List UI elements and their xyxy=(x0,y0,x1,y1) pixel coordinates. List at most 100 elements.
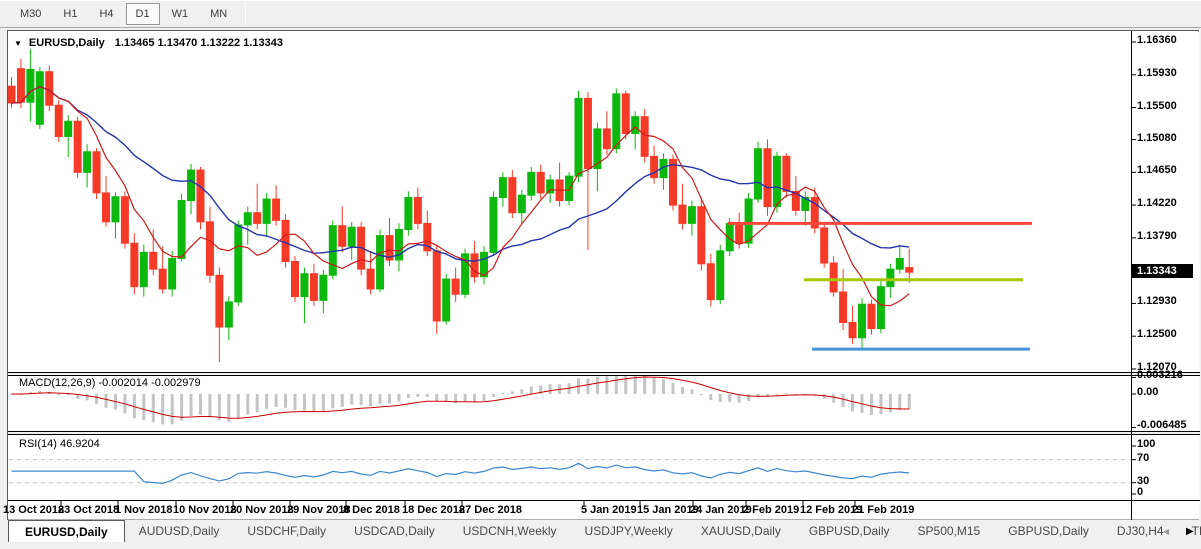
candle-body[interactable] xyxy=(471,254,478,277)
candle-body[interactable] xyxy=(74,121,81,172)
timeframe-button-h1[interactable]: H1 xyxy=(53,3,87,25)
candle-body[interactable] xyxy=(27,69,34,102)
candle-body[interactable] xyxy=(377,236,384,289)
candle-body[interactable] xyxy=(755,149,762,199)
chart-tab-audusd-daily[interactable]: AUDUSD,Daily xyxy=(125,520,234,542)
chart-tab-usdjpy-weekly[interactable]: USDJPY,Weekly xyxy=(571,520,687,542)
indicator-collapse-icon[interactable]: ▼ xyxy=(14,39,22,48)
candle-body[interactable] xyxy=(121,197,128,243)
candle-body[interactable] xyxy=(830,263,837,292)
candle-body[interactable] xyxy=(547,180,554,193)
timeframe-button-m30[interactable]: M30 xyxy=(10,3,51,25)
candle-body[interactable] xyxy=(225,302,232,327)
candle-body[interactable] xyxy=(414,197,421,223)
candle-body[interactable] xyxy=(717,251,724,300)
candle-body[interactable] xyxy=(670,159,677,205)
candle-body[interactable] xyxy=(197,170,204,222)
chart-tab-eurusd-daily[interactable]: EURUSD,Daily xyxy=(8,520,125,542)
candle-body[interactable] xyxy=(783,156,790,191)
candle-body[interactable] xyxy=(273,199,280,220)
candle-body[interactable] xyxy=(140,252,147,286)
candle-body[interactable] xyxy=(263,199,270,223)
candle-body[interactable] xyxy=(537,172,544,193)
candle-body[interactable] xyxy=(641,117,648,157)
candle-body[interactable] xyxy=(896,258,903,269)
candle-body[interactable] xyxy=(36,72,43,125)
candle-body[interactable] xyxy=(707,264,714,300)
candle-body[interactable] xyxy=(443,279,450,321)
candle-body[interactable] xyxy=(584,98,591,168)
timeframe-button-mn[interactable]: MN xyxy=(200,3,237,25)
candle-body[interactable] xyxy=(112,197,119,222)
candle-body[interactable] xyxy=(632,117,639,134)
candle-body[interactable] xyxy=(405,197,412,229)
candle-body[interactable] xyxy=(235,225,242,302)
candle-body[interactable] xyxy=(698,207,705,264)
candle-body[interactable] xyxy=(301,274,308,297)
candle-body[interactable] xyxy=(849,322,856,337)
candle-body[interactable] xyxy=(320,275,327,300)
candle-body[interactable] xyxy=(764,149,771,207)
candle-body[interactable] xyxy=(339,226,346,247)
candle-body[interactable] xyxy=(452,279,459,294)
chart-tab-gbpusd-daily[interactable]: GBPUSD,Daily xyxy=(994,520,1103,542)
candle-body[interactable] xyxy=(613,94,620,149)
candle-body[interactable] xyxy=(859,304,866,338)
candle-body[interactable] xyxy=(877,287,884,329)
candle-body[interactable] xyxy=(433,251,440,321)
candle-body[interactable] xyxy=(906,268,913,273)
candle-body[interactable] xyxy=(736,223,743,243)
candle-body[interactable] xyxy=(188,170,195,200)
candle-body[interactable] xyxy=(93,152,100,193)
timeframe-button-w1[interactable]: W1 xyxy=(162,3,199,25)
chart-tab-gbpusd-daily[interactable]: GBPUSD,Daily xyxy=(795,520,904,542)
candle-body[interactable] xyxy=(216,275,223,327)
candle-body[interactable] xyxy=(178,201,185,259)
candle-body[interactable] xyxy=(103,193,110,222)
candle-body[interactable] xyxy=(745,199,752,243)
candle-body[interactable] xyxy=(55,105,62,136)
candle-body[interactable] xyxy=(679,205,686,223)
candle-body[interactable] xyxy=(244,213,251,225)
candle-body[interactable] xyxy=(84,152,91,173)
candle-body[interactable] xyxy=(206,222,213,275)
chart-tab-sp500-m15[interactable]: SP500,M15 xyxy=(904,520,995,542)
candle-body[interactable] xyxy=(65,121,72,136)
chart-tab-xauusd-daily[interactable]: XAUUSD,Daily xyxy=(687,520,795,542)
candle-body[interactable] xyxy=(840,292,847,322)
candle-body[interactable] xyxy=(509,178,516,213)
candle-body[interactable] xyxy=(490,197,497,252)
timeframe-button-d1[interactable]: D1 xyxy=(126,3,160,25)
chart-tab-usdcnh-weekly[interactable]: USDCNH,Weekly xyxy=(449,520,571,542)
candle-body[interactable] xyxy=(622,94,629,134)
candle-body[interactable] xyxy=(310,274,317,301)
candle-body[interactable] xyxy=(46,72,53,106)
tab-scroll-right-icon[interactable]: ▶ xyxy=(1186,520,1194,542)
candle-body[interactable] xyxy=(821,228,828,263)
candle-body[interactable] xyxy=(603,129,610,149)
timeframe-button-h4[interactable]: H4 xyxy=(89,3,123,25)
tab-scroll-left-icon[interactable]: ◀ xyxy=(1163,520,1169,542)
candle-body[interactable] xyxy=(8,86,15,103)
candle-body[interactable] xyxy=(868,304,875,328)
candle-body[interactable] xyxy=(17,69,24,103)
chart-tab-usdchf-daily[interactable]: USDCHF,Daily xyxy=(233,520,340,542)
candle-body[interactable] xyxy=(528,172,535,195)
candle-body[interactable] xyxy=(367,269,374,289)
candle-body[interactable] xyxy=(887,269,894,287)
candle-body[interactable] xyxy=(169,258,176,288)
candle-body[interactable] xyxy=(292,262,299,297)
candle-body[interactable] xyxy=(348,227,355,246)
candle-body[interactable] xyxy=(773,156,780,206)
candle-body[interactable] xyxy=(499,178,506,198)
candle-body[interactable] xyxy=(254,213,261,224)
candle-body[interactable] xyxy=(150,252,157,269)
candle-body[interactable] xyxy=(566,176,573,200)
candle-body[interactable] xyxy=(131,243,138,286)
candle-body[interactable] xyxy=(688,207,695,224)
chart-tab-usdcad-daily[interactable]: USDCAD,Daily xyxy=(340,520,449,542)
candle-body[interactable] xyxy=(159,269,166,289)
candle-body[interactable] xyxy=(282,220,289,261)
candle-body[interactable] xyxy=(518,195,525,213)
chart-canvas[interactable] xyxy=(8,31,1200,521)
